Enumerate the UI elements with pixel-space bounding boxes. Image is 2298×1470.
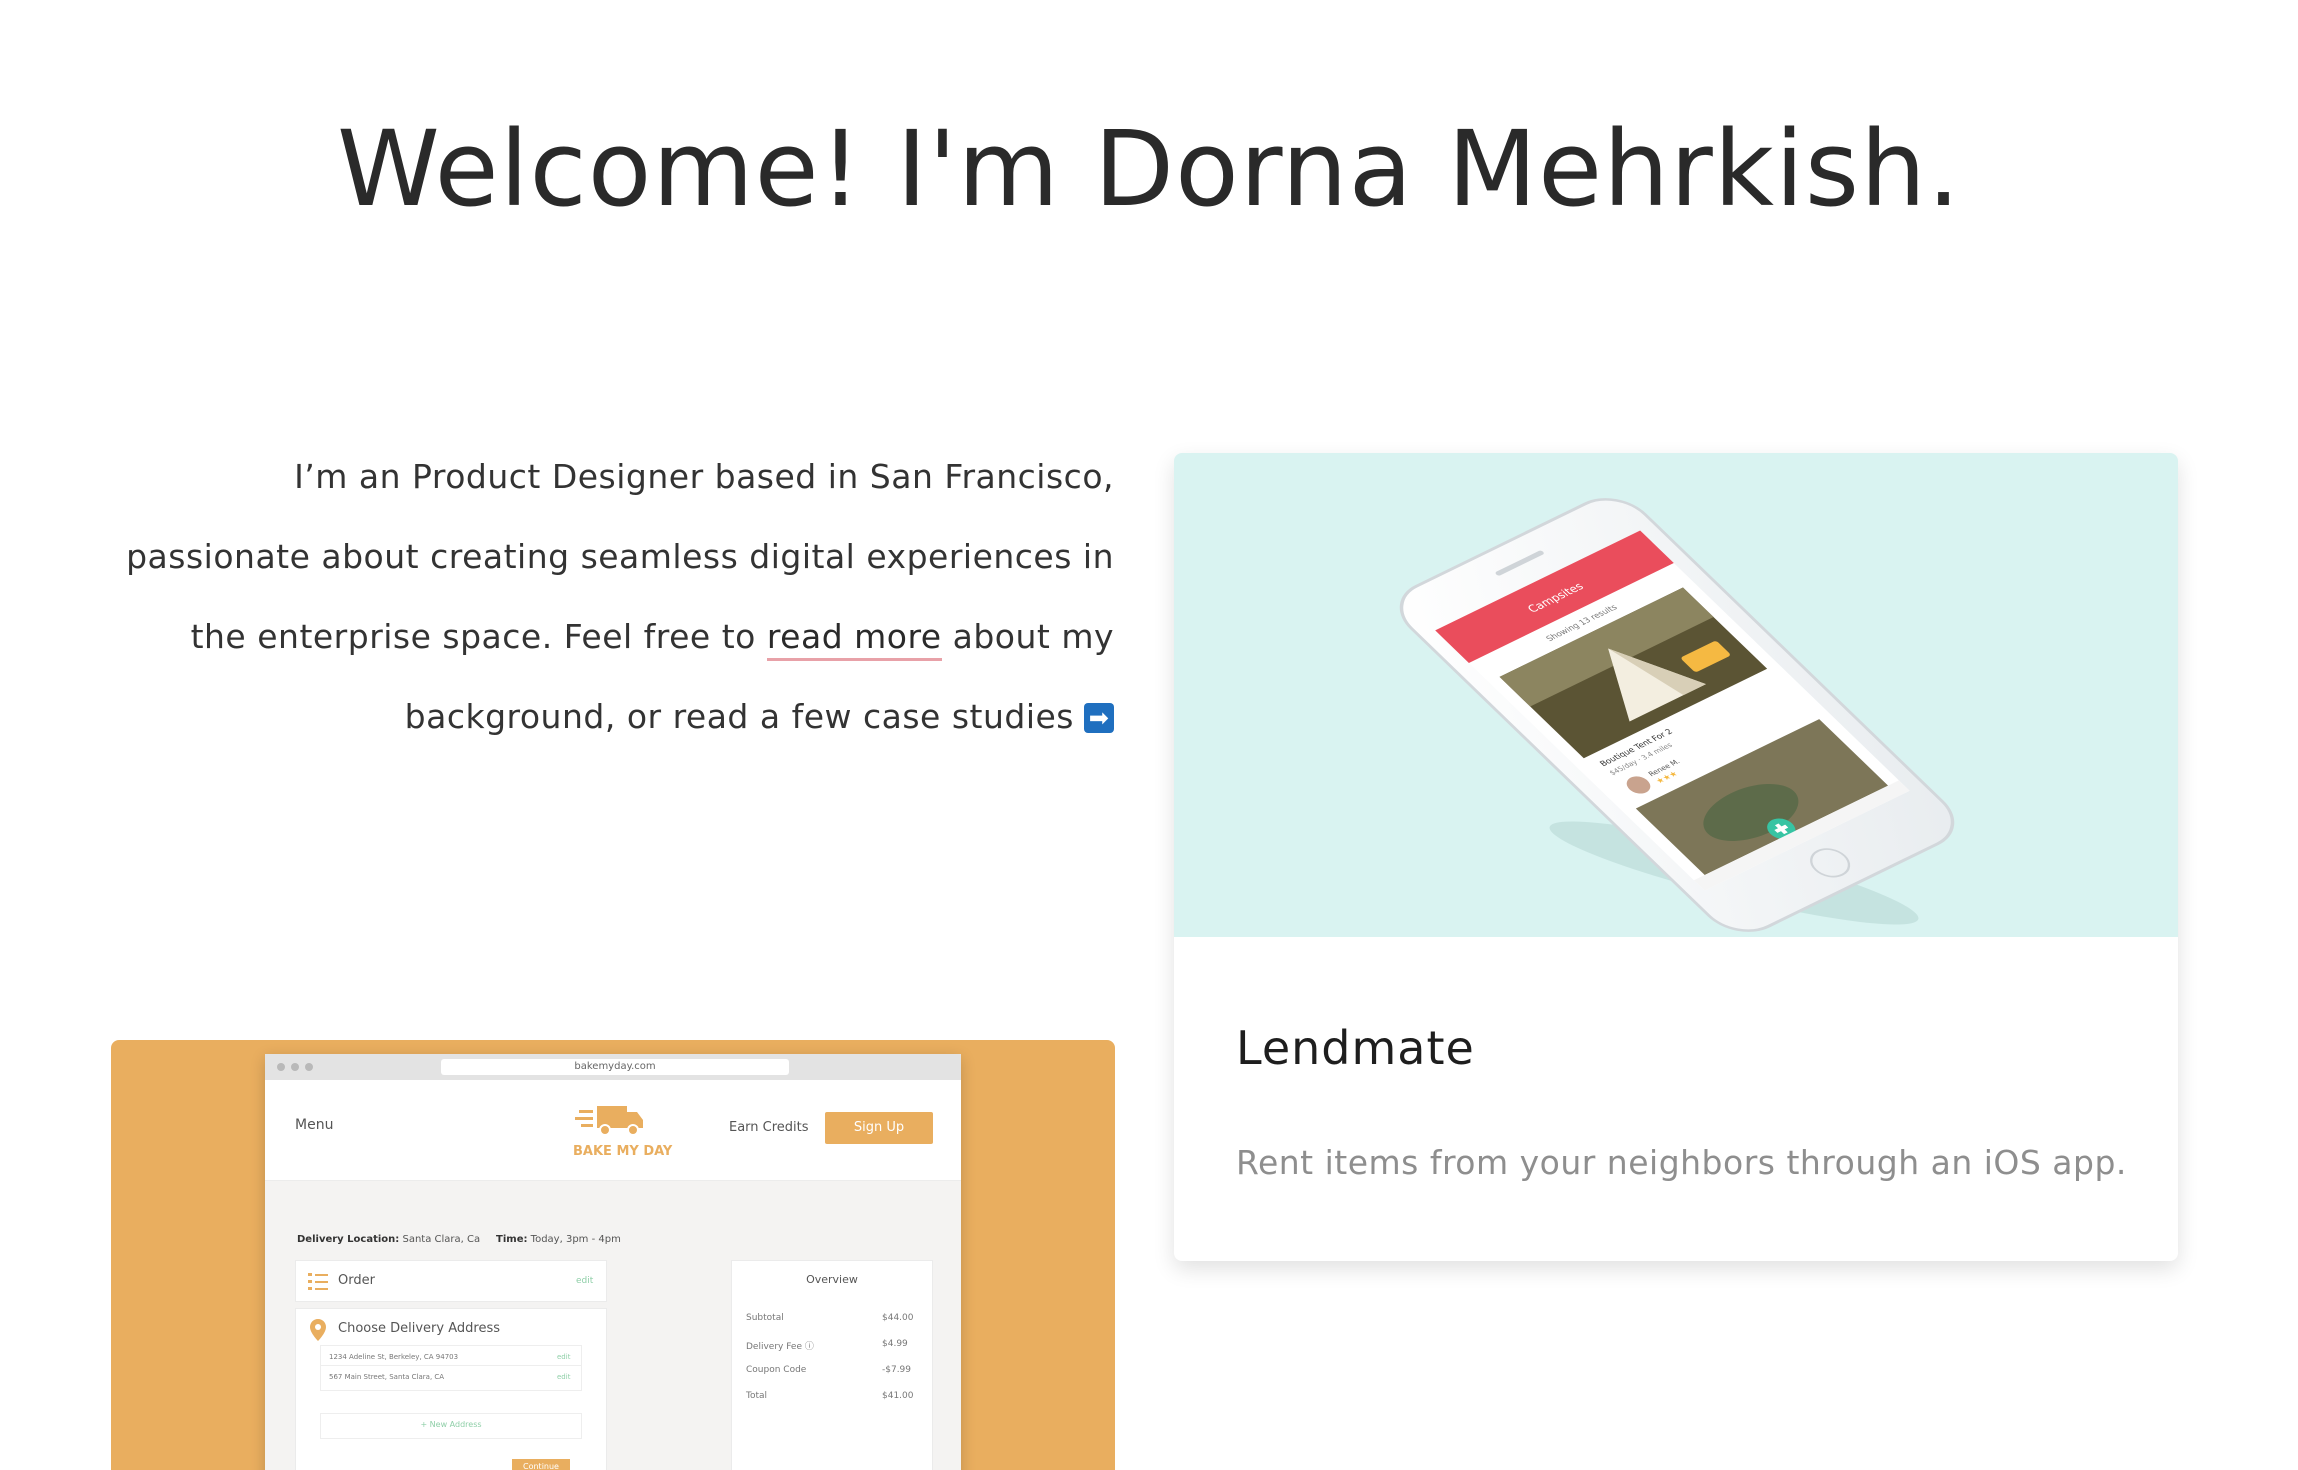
choose-address-label: Choose Delivery Address xyxy=(338,1321,500,1336)
browser-url: bakemyday.com xyxy=(441,1059,789,1075)
overview-row-label: Coupon Code xyxy=(746,1365,807,1375)
delivery-location-label: Delivery Location: xyxy=(297,1234,400,1245)
window-dot-icon xyxy=(277,1063,285,1071)
iphone-mockup: Campsites Showing 13 results Boutique Te… xyxy=(1399,498,1955,932)
project-description-lendmate: Rent items from your neighbors through a… xyxy=(1236,1143,2127,1182)
delivery-info: Delivery Location: Santa Clara, Ca Time:… xyxy=(297,1234,621,1245)
order-label: Order xyxy=(338,1273,375,1288)
overview-row-value: $44.00 xyxy=(882,1313,914,1323)
address-text: 567 Main Street, Santa Clara, CA xyxy=(329,1373,445,1381)
address-edit-link: edit xyxy=(557,1353,571,1361)
earn-credits-link: Earn Credits xyxy=(729,1120,809,1135)
project-card-lendmate[interactable]: Campsites Showing 13 results Boutique Te… xyxy=(1174,453,2178,1261)
project-card-bake-my-day[interactable]: bakemyday.com Menu BAKE MY DAY Earn Cred… xyxy=(111,1040,1115,1470)
overview-row-value: $4.99 xyxy=(882,1339,908,1349)
address-text: 1234 Adeline St, Berkeley, CA 94703 xyxy=(329,1353,459,1361)
sign-up-button: Sign Up xyxy=(825,1112,933,1144)
overview-row-value: -$7.99 xyxy=(882,1365,912,1375)
bake-my-day-screenshot: bakemyday.com Menu BAKE MY DAY Earn Cred… xyxy=(265,1054,961,1470)
site-header: Menu BAKE MY DAY Earn Credits Sign Up xyxy=(265,1080,961,1181)
overview-title: Overview xyxy=(806,1273,858,1286)
site-logo-text: BAKE MY DAY xyxy=(573,1144,673,1159)
delivery-location-value: Santa Clara, Ca xyxy=(402,1234,481,1245)
delivery-time-value: Today, 3pm - 4pm xyxy=(530,1234,621,1245)
new-address-row: + New Address xyxy=(320,1413,582,1439)
site-menu-link: Menu xyxy=(295,1117,334,1133)
overview-row-label: Subtotal xyxy=(746,1313,784,1323)
page-title: Welcome! I'm Dorna Mehrkish. xyxy=(336,108,1962,230)
intro-paragraph: I’m an Product Designer based in San Fra… xyxy=(120,437,1114,757)
delivery-time-label: Time: xyxy=(496,1234,528,1245)
location-pin-icon xyxy=(310,1319,326,1341)
delivery-address-panel: Choose Delivery Address 1234 Adeline St,… xyxy=(295,1308,607,1470)
overview-row-label: Delivery Fee ⓘ xyxy=(746,1342,814,1352)
overview-panel: Overview Subtotal $44.00 Delivery Fee ⓘ … xyxy=(731,1260,933,1470)
window-dot-icon xyxy=(291,1063,299,1071)
browser-chrome: bakemyday.com xyxy=(265,1054,961,1080)
checklist-icon xyxy=(308,1273,328,1290)
window-dot-icon xyxy=(305,1063,313,1071)
lendmate-cover-image: Campsites Showing 13 results Boutique Te… xyxy=(1174,453,2178,937)
right-arrow-icon[interactable]: ➡ xyxy=(1084,703,1114,733)
overview-row-value: $41.00 xyxy=(882,1391,914,1401)
overview-row-label: Total xyxy=(746,1391,768,1401)
order-panel: Order edit xyxy=(295,1260,607,1302)
address-edit-link: edit xyxy=(557,1373,571,1381)
read-more-link[interactable]: read more xyxy=(766,617,942,661)
new-address-link: + New Address xyxy=(420,1420,482,1429)
address-row: 567 Main Street, Santa Clara, CA edit xyxy=(320,1365,582,1391)
continue-button: Continue xyxy=(512,1459,570,1470)
project-title-lendmate: Lendmate xyxy=(1236,1021,1475,1075)
order-edit-link: edit xyxy=(576,1276,594,1286)
